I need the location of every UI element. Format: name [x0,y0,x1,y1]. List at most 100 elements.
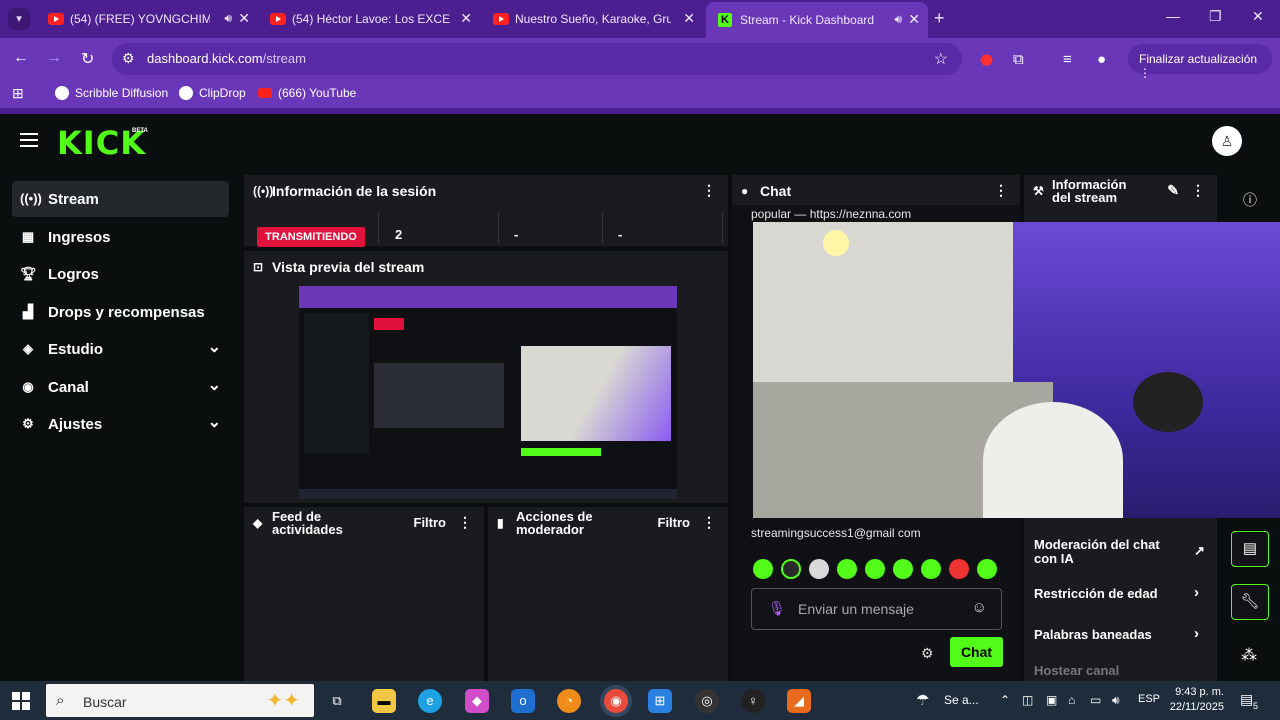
stream-preview-video[interactable] [299,286,677,499]
youtube-icon [270,13,286,25]
emote-icon[interactable] [865,559,885,579]
windows-start-icon[interactable] [12,692,30,710]
sidebar-item-ingresos[interactable]: ▦ Ingresos [12,219,229,255]
sidebar-item-stream[interactable]: ((•)) Stream [12,181,229,217]
chrome-icon[interactable]: ◉ [604,689,628,713]
layout-icon[interactable]: ▤ [1231,531,1269,567]
browser-tab-1[interactable]: (54) (FREE) YOVNGCHIMI x 🔊︎ ✕ [36,4,258,34]
copilot-icon[interactable]: ◆ [465,689,489,713]
back-icon[interactable]: ← [13,49,29,67]
reload-icon[interactable]: ↻ [81,49,94,69]
maximize-icon[interactable]: ❐ [1209,8,1222,25]
store-icon[interactable]: ⊞ [648,689,672,713]
tray-icon[interactable]: ▣ [1046,693,1057,707]
more-options-icon[interactable]: ⋮ [702,182,716,199]
emote-icon[interactable] [977,559,997,579]
taskbar-search[interactable]: ⌕ Buscar ✦✦ [46,684,314,717]
close-tab-icon[interactable]: ✕ [460,10,472,27]
close-tab-icon[interactable]: ✕ [908,11,920,28]
banned-words-item[interactable]: Palabras baneadas › [1034,625,1199,642]
more-options-icon[interactable]: ⋮ [702,514,716,531]
panel-title: Información del stream [1052,177,1127,205]
chat-message-input[interactable] [798,599,968,619]
close-tab-icon[interactable]: ✕ [683,10,695,27]
browser-tab-4-active[interactable]: K Stream - Kick Dashboard 🔊︎ ✕ [706,2,928,38]
app-icon[interactable]: ♀ [741,689,765,713]
user-avatar[interactable]: ♙ [1212,126,1242,156]
speaker-icon[interactable]: 🔊︎ [894,12,902,27]
chevron-up-icon[interactable]: ⌃ [1000,693,1010,707]
more-options-icon[interactable]: ⋮ [458,514,472,531]
info-icon[interactable]: ⓘ [1243,190,1257,210]
emote-icon[interactable] [893,559,913,579]
panel-header: ⚒ Información del stream ✎ ⋮ [1024,175,1217,205]
emoji-icon[interactable]: ☺ [972,599,987,616]
browser-tab-3[interactable]: Nuestro Sueño, Karaoke, Grupo ✕ [481,4,703,34]
weather-text[interactable]: Se a... [944,693,979,707]
file-explorer-icon[interactable]: ▬ [372,689,396,713]
channel-icon: ◉ [22,379,34,394]
address-bar[interactable]: ⚙ dashboard.kick.com/stream ☆ [112,43,962,75]
extension-red-icon[interactable]: ⬣ [980,51,993,69]
tray-icon[interactable]: ⌂ [1068,693,1075,707]
extensions-icon[interactable]: ⧉ [1013,51,1024,68]
emote-icon[interactable] [949,559,969,579]
notifications-icon[interactable]: ▤ [1240,691,1253,708]
speaker-icon[interactable]: 🔊︎ [224,11,232,26]
menu-icon[interactable] [20,133,38,147]
forward-icon[interactable]: → [46,49,62,67]
sidebar-item-ajustes[interactable]: ⚙ Ajustes ⌄ [12,406,229,442]
battery-icon[interactable]: ▭ [1090,693,1101,707]
filter-button[interactable]: Filtro [414,515,447,530]
media-control-icon[interactable]: ≡ [1063,51,1072,68]
emote-icon[interactable] [753,559,773,579]
more-options-icon[interactable]: ⋮ [1191,182,1205,199]
bookmark-youtube[interactable]: (666) YouTube [258,86,356,100]
sidebar-item-canal[interactable]: ◉ Canal ⌄ [12,369,229,405]
filter-button[interactable]: Filtro [658,515,691,530]
host-channel-item[interactable]: Hostear canal [1034,663,1119,678]
wrench-icon[interactable]: 🔧︎ [1231,584,1269,620]
volume-icon[interactable]: 🔊︎ [1112,693,1120,708]
close-window-icon[interactable]: ✕ [1252,8,1264,25]
ai-moderation-item[interactable]: Moderación del chat con IA ↗ [1034,538,1205,566]
chat-send-button[interactable]: Chat [950,637,1003,667]
chevron-right-icon: › [1194,584,1199,601]
app-icon[interactable]: ◢ [787,689,811,713]
apps-grid-icon[interactable]: ⊞ [12,85,24,102]
language-indicator[interactable]: ESP [1138,693,1160,705]
weather-icon[interactable]: ☂ [916,691,929,709]
obs-icon[interactable]: ◎ [695,689,719,713]
windows-taskbar: ⌕ Buscar ✦✦ ⧉ ▬ e ◆ o ◔ ◉ ⊞ ◎ ♀ ◢ ☂ Se a… [0,681,1280,720]
sidebar-item-logros[interactable]: 🏆︎ Logros [12,256,229,292]
browser-tab-2[interactable]: (54) Héctor Lavoe: Los EXCESOS ✕ [258,4,480,34]
edge-icon[interactable]: e [418,689,442,713]
clock[interactable]: 9:43 p. m. 22/11/2025 [1166,685,1224,715]
profile-avatar-icon[interactable]: ● [1097,51,1106,68]
age-restriction-item[interactable]: Restricción de edad › [1034,584,1199,601]
emote-icon[interactable] [809,559,829,579]
tray-icon[interactable]: ◫ [1022,693,1033,707]
bookmark-clipdrop[interactable]: ClipDrop [179,86,246,100]
update-button[interactable]: Finalizar actualización ⋮ [1128,44,1272,80]
more-options-icon[interactable]: ⋮ [994,182,1008,199]
bookmark-scribble[interactable]: Scribble Diffusion [55,86,168,100]
bookmark-star-icon[interactable]: ☆ [934,49,948,69]
tab-search-button[interactable]: ▾ [8,8,30,30]
app-icon[interactable]: ◔ [557,689,581,713]
minimize-icon[interactable]: — [1166,8,1180,24]
sidebar-item-estudio[interactable]: ◈ Estudio ⌄ [12,331,229,367]
microphone-icon[interactable]: 🎙︎ [768,600,786,617]
close-tab-icon[interactable]: ✕ [238,10,250,27]
task-view-icon[interactable]: ⧉ [325,689,349,713]
emote-icon[interactable] [837,559,857,579]
site-info-icon[interactable]: ⚙ [122,50,135,67]
emote-icon[interactable] [781,559,801,579]
outlook-icon[interactable]: o [511,689,535,713]
new-tab-icon[interactable]: + [934,8,945,29]
connections-icon[interactable]: ⁂ [1241,645,1257,665]
sidebar-item-drops[interactable]: ▟ Drops y recompensas [12,294,229,330]
emote-icon[interactable] [921,559,941,579]
chat-settings-icon[interactable]: ⚙ [921,645,934,662]
edit-pencil-icon[interactable]: ✎ [1167,182,1179,199]
